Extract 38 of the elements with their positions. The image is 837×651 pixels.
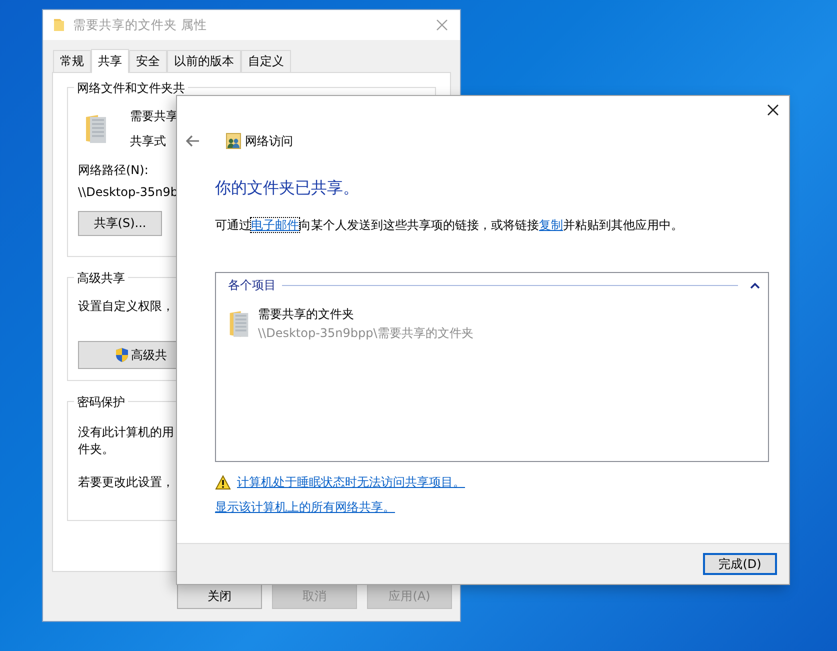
share-button[interactable]: 共享(S)... (78, 211, 162, 236)
folder-icon (84, 114, 108, 144)
window-title: 需要共享的文件夹 属性 (73, 16, 208, 34)
tab[interactable]: 常规 (53, 50, 91, 72)
dialog-button[interactable]: 关闭 (177, 583, 262, 609)
tab[interactable]: 安全 (129, 50, 167, 72)
warning-link[interactable]: 计算机处于睡眠状态时无法访问共享项目。 (237, 474, 465, 491)
link[interactable]: 复制 (539, 218, 563, 232)
warning-icon (215, 475, 231, 490)
done-button[interactable]: 完成(D) (703, 553, 777, 575)
shield-icon (115, 347, 129, 363)
description-text: 设置自定义权限， (78, 298, 174, 315)
group-heading: 高级共享 (74, 270, 128, 287)
note-text: 若要更改此设置， (78, 474, 174, 491)
share-status: 共享式 (130, 133, 167, 150)
tab[interactable]: 共享 (91, 49, 129, 73)
message-text: 可通过电子邮件向某个人发送到这些共享项的链接，或将链接复制并粘贴到其他应用中。 (215, 217, 684, 234)
item-name[interactable]: 需要共享的文件夹 (258, 306, 474, 323)
tab[interactable]: 以前的版本 (167, 50, 241, 72)
item-path: \\Desktop-35n9bpp\需要共享的文件夹 (258, 325, 474, 342)
nav-title: 网络访问 (245, 132, 293, 150)
dialog-heading: 你的文件夹已共享。 (215, 178, 360, 199)
path-label: 网络路径(N): (78, 162, 148, 179)
group-heading: 密码保护 (74, 394, 128, 411)
back-arrow-icon[interactable] (186, 135, 200, 147)
folder-icon (53, 18, 65, 32)
folder-icon (228, 309, 250, 339)
close-icon[interactable] (767, 104, 779, 116)
folder-name: 需要共享 (130, 108, 178, 125)
tab[interactable]: 自定义 (241, 50, 291, 72)
link[interactable]: 电子邮件 (251, 218, 299, 232)
show-all-shares-link[interactable]: 显示该计算机上的所有网络共享。 (215, 499, 395, 516)
network-path: \\Desktop-35n9b (78, 185, 178, 199)
group-heading: 网络文件和文件夹共 (74, 80, 188, 97)
users-folder-icon (226, 133, 241, 149)
description-text: 没有此计算机的用 件夹。 (78, 424, 174, 458)
chevron-icon[interactable] (750, 282, 760, 289)
group-title: 各个项目 (228, 277, 276, 294)
